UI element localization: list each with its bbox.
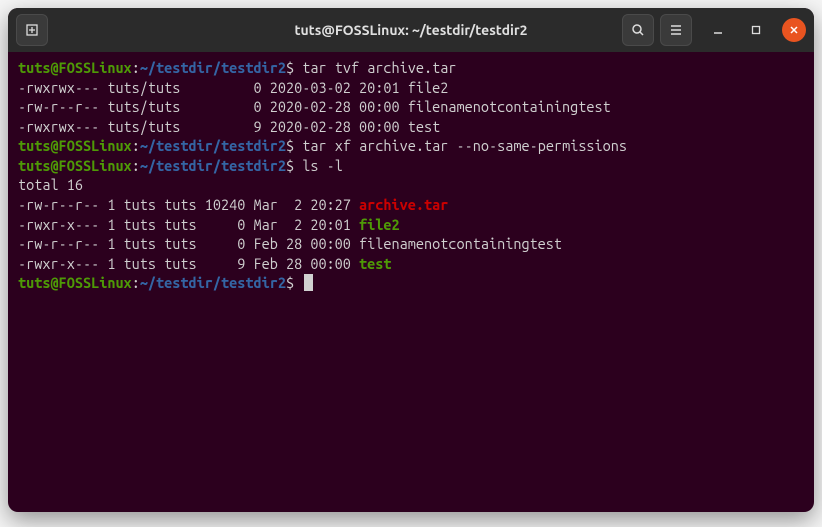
terminal-body[interactable]: tuts@FOSSLinux:~/testdir/testdir2$ tar t… — [8, 52, 814, 512]
prompt-line: tuts@FOSSLinux:~/testdir/testdir2$ — [18, 273, 804, 293]
ls-details: -rw-r--r-- 1 tuts tuts 10240 Mar 2 20:27 — [18, 196, 359, 213]
prompt-line: tuts@FOSSLinux:~/testdir/testdir2$ tar x… — [18, 136, 804, 156]
prompt-dollar: $ — [286, 274, 294, 291]
prompt-user: tuts@FOSSLinux — [18, 274, 132, 291]
output-line: -rw-r--r-- 1 tuts tuts 10240 Mar 2 20:27… — [18, 195, 804, 215]
prompt-dollar: $ — [286, 157, 294, 174]
command-text: ls -l — [302, 157, 343, 174]
minimize-icon — [713, 25, 723, 35]
output-line: -rw-r--r-- 1 tuts tuts 0 Feb 28 00:00 fi… — [18, 234, 804, 254]
window-title: tuts@FOSSLinux: ~/testdir/testdir2 — [294, 22, 527, 38]
prompt-colon: : — [132, 137, 140, 154]
prompt-dollar: $ — [286, 59, 294, 76]
prompt-colon: : — [132, 59, 140, 76]
prompt-user: tuts@FOSSLinux — [18, 137, 132, 154]
minimize-button[interactable] — [706, 18, 730, 42]
output-line: -rwxrwx--- tuts/tuts 9 2020-02-28 00:00 … — [18, 117, 804, 137]
titlebar: tuts@FOSSLinux: ~/testdir/testdir2 — [8, 8, 814, 52]
prompt-line: tuts@FOSSLinux:~/testdir/testdir2$ ls -l — [18, 156, 804, 176]
prompt-path: ~/testdir/testdir2 — [140, 137, 286, 154]
prompt-colon: : — [132, 157, 140, 174]
output-line: -rwxr-x--- 1 tuts tuts 9 Feb 28 00:00 te… — [18, 254, 804, 274]
terminal-window: tuts@FOSSLinux: ~/testdir/testdir2 tuts@… — [8, 8, 814, 512]
prompt-line: tuts@FOSSLinux:~/testdir/testdir2$ tar t… — [18, 58, 804, 78]
prompt-colon: : — [132, 274, 140, 291]
new-tab-button[interactable] — [16, 14, 48, 46]
ls-filename: test — [359, 255, 391, 272]
command-text: tar xf archive.tar --no-same-permissions — [302, 137, 627, 154]
prompt-path: ~/testdir/testdir2 — [140, 157, 286, 174]
search-icon — [630, 22, 646, 38]
prompt-path: ~/testdir/testdir2 — [140, 59, 286, 76]
new-tab-icon — [24, 22, 40, 38]
close-icon — [789, 25, 799, 35]
command-text: tar tvf archive.tar — [302, 59, 456, 76]
maximize-button[interactable] — [744, 18, 768, 42]
ls-details: -rw-r--r-- 1 tuts tuts 0 Feb 28 00:00 — [18, 235, 359, 252]
prompt-user: tuts@FOSSLinux — [18, 157, 132, 174]
prompt-user: tuts@FOSSLinux — [18, 59, 132, 76]
ls-filename: filenamenotcontainingtest — [359, 235, 562, 252]
output-line: total 16 — [18, 175, 804, 195]
cursor — [304, 274, 313, 291]
prompt-dollar: $ — [286, 137, 294, 154]
output-line: -rw-r--r-- tuts/tuts 0 2020-02-28 00:00 … — [18, 97, 804, 117]
search-button[interactable] — [622, 14, 654, 46]
close-button[interactable] — [782, 18, 806, 42]
hamburger-icon — [668, 22, 684, 38]
menu-button[interactable] — [660, 14, 692, 46]
prompt-path: ~/testdir/testdir2 — [140, 274, 286, 291]
output-line: -rwxr-x--- 1 tuts tuts 0 Mar 2 20:01 fil… — [18, 215, 804, 235]
right-controls — [622, 14, 806, 46]
ls-details: -rwxr-x--- 1 tuts tuts 9 Feb 28 00:00 — [18, 255, 359, 272]
output-line: -rwxrwx--- tuts/tuts 0 2020-03-02 20:01 … — [18, 78, 804, 98]
maximize-icon — [751, 25, 761, 35]
ls-filename: file2 — [359, 216, 400, 233]
ls-details: -rwxr-x--- 1 tuts tuts 0 Mar 2 20:01 — [18, 216, 359, 233]
ls-filename: archive.tar — [359, 196, 448, 213]
